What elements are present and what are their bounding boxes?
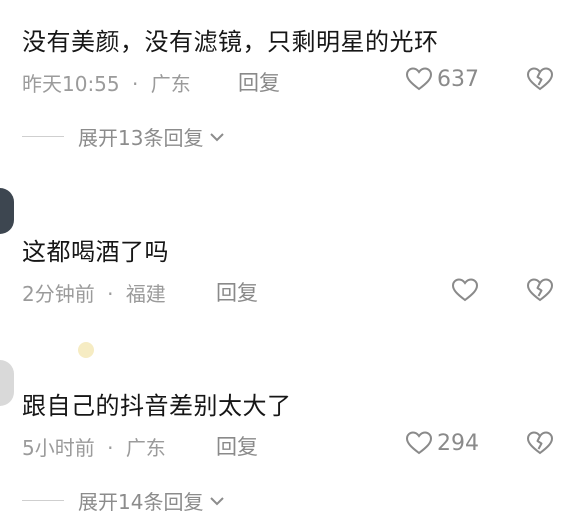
comment-2-dislike-button[interactable] [526,277,554,303]
comment-1-like-button[interactable]: 637 [405,66,479,92]
comment-3-text: 跟自己的抖音差别太大了 [22,392,292,420]
comment-3-time: 5小时前 [22,436,95,460]
comment-3-dislike-button[interactable] [526,430,554,456]
expand-replies-label: 展开13条回复 [78,126,204,150]
emoji-icon [78,342,94,358]
comment-2-text: 这都喝酒了吗 [22,238,169,266]
comment-2-avatar[interactable] [0,188,14,234]
comment-1-dislike-button[interactable] [526,66,554,92]
heart-outline-icon [405,66,433,92]
heart-outline-icon [451,277,479,303]
comment-3-location: 广东 [125,436,166,460]
comment-1-reply-button[interactable]: 回复 [238,67,280,97]
chevron-down-icon [209,131,225,143]
expand-replies-label: 展开14条回复 [78,490,204,514]
comment-1-location: 广东 [150,72,191,96]
meta-separator: · [132,72,139,96]
meta-separator: · [107,282,114,306]
comment-1-time: 昨天10:55 [22,72,120,96]
comment-2-time: 2分钟前 [22,282,95,306]
divider-line [22,136,64,137]
comment-3-avatar[interactable] [0,360,14,406]
divider-line [22,500,64,501]
comment-2-meta: 2分钟前 · 福建 [22,278,166,307]
meta-separator: · [107,436,114,460]
comment-2-reply-button[interactable]: 回复 [216,277,258,307]
comment-1-expand-replies[interactable]: 展开13条回复 [22,122,225,151]
comment-2-location: 福建 [125,282,166,306]
broken-heart-icon [526,66,554,92]
comment-3-like-count: 294 [437,430,479,456]
comment-2-like-button[interactable] [451,277,483,303]
comment-3-meta: 5小时前 · 广东 [22,432,166,461]
comment-3-like-button[interactable]: 294 [405,430,479,456]
heart-outline-icon [405,430,433,456]
chevron-down-icon [209,495,225,507]
comment-1-meta: 昨天10:55 · 广东 [22,68,191,97]
comment-1-text: 没有美颜，没有滤镜，只剩明星的光环 [22,28,439,56]
comment-1-like-count: 637 [437,66,479,92]
broken-heart-icon [526,277,554,303]
broken-heart-icon [526,430,554,456]
comment-3-reply-button[interactable]: 回复 [216,431,258,461]
comment-3-expand-replies[interactable]: 展开14条回复 [22,486,225,515]
